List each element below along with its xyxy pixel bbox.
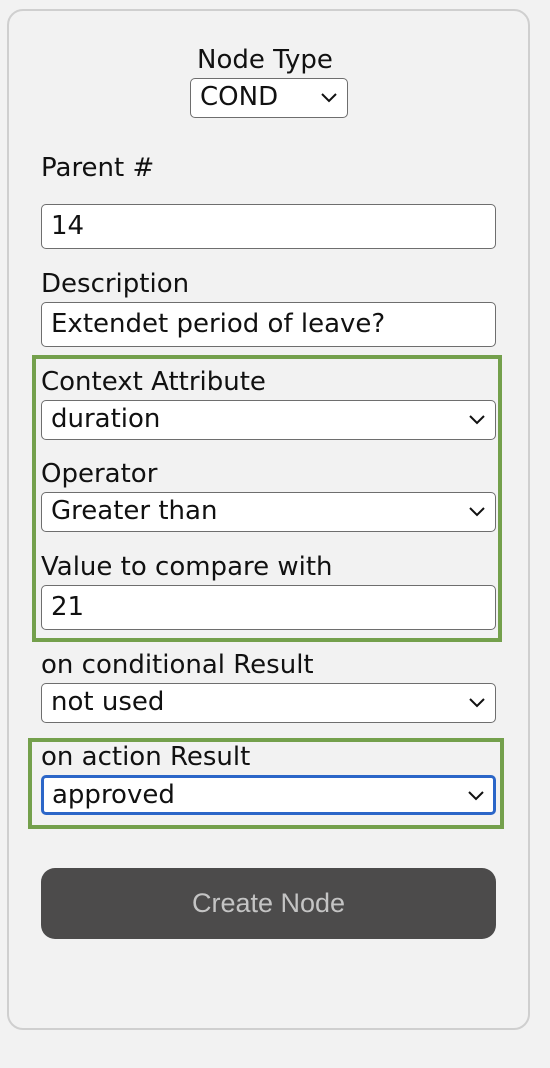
operator-label: Operator: [41, 459, 158, 489]
operator-value: Greater than: [51, 496, 218, 526]
on-conditional-result-value: not used: [51, 687, 165, 717]
operator-select[interactable]: Greater than: [41, 492, 496, 532]
parent-input[interactable]: 14: [41, 204, 496, 249]
chevron-down-icon: [321, 93, 337, 103]
chevron-down-icon: [468, 791, 484, 801]
compare-value-label: Value to compare with: [41, 552, 333, 582]
context-attribute-value: duration: [51, 404, 161, 434]
chevron-down-icon: [469, 507, 485, 517]
node-type-value: COND: [200, 82, 279, 112]
create-node-button[interactable]: Create Node: [41, 868, 496, 939]
context-attribute-select[interactable]: duration: [41, 400, 496, 440]
chevron-down-icon: [469, 415, 485, 425]
description-input[interactable]: Extendet period of leave?: [41, 302, 496, 347]
node-type-select[interactable]: COND: [190, 78, 348, 118]
context-attribute-label: Context Attribute: [41, 367, 266, 397]
parent-label: Parent #: [41, 153, 155, 183]
on-conditional-result-select[interactable]: not used: [41, 683, 496, 723]
node-type-label: Node Type: [197, 45, 333, 75]
compare-value-input[interactable]: 21: [41, 585, 496, 630]
description-label: Description: [41, 269, 190, 299]
chevron-down-icon: [469, 698, 485, 708]
on-conditional-result-label: on conditional Result: [41, 650, 314, 680]
on-action-result-value: approved: [52, 780, 175, 810]
on-action-result-label: on action Result: [41, 742, 251, 772]
on-action-result-select[interactable]: approved: [41, 775, 496, 815]
